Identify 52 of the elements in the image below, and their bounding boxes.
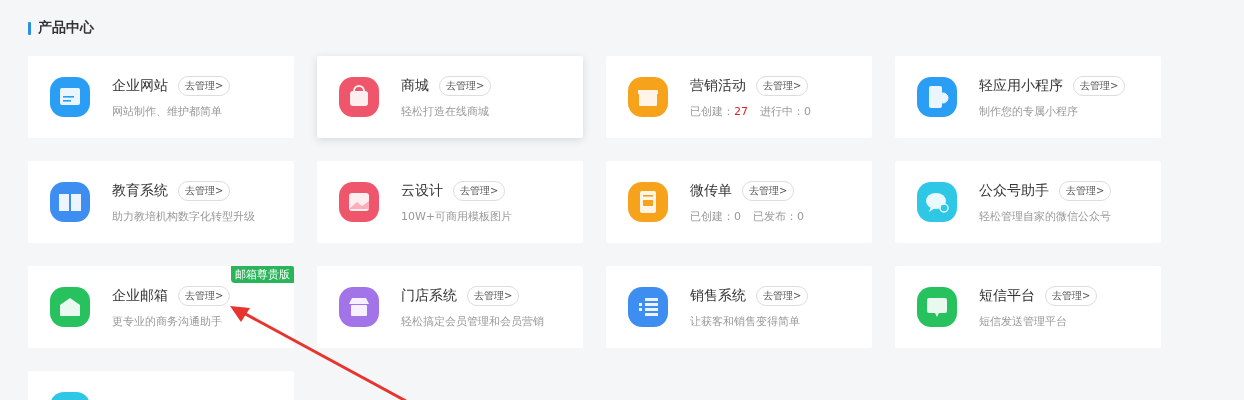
product-description: 网站制作、维护都简单 (112, 103, 223, 119)
product-name: 销售系统 (690, 286, 746, 305)
stat-text: 已发布：0 (753, 208, 804, 224)
product-card[interactable]: 门店系统 去管理> 轻松搞定会员管理和会员营销 (317, 266, 583, 348)
product-card[interactable]: 云设计 去管理> 10W+可商用模板图片 (317, 161, 583, 243)
section-title: 产品中心 (38, 19, 94, 37)
manage-button[interactable]: 去管理> (1059, 180, 1112, 201)
product-name: 商城 (401, 76, 429, 95)
product-description: 轻松搞定会员管理和会员营销 (401, 313, 544, 329)
product-card[interactable]: 营销活动 去管理> 已创建：27 进行中：0 (606, 56, 872, 138)
product-card[interactable]: 公众号助手 去管理> 轻松管理自家的微信公众号 (895, 161, 1161, 243)
manage-button[interactable]: 去管理> (178, 285, 231, 306)
manage-button[interactable]: 去管理> (1045, 285, 1098, 306)
product-card[interactable]: 教育系统 去管理> 助力教培机构数字化转型升级 (28, 161, 294, 243)
stat-text: 进行中：0 (760, 103, 811, 119)
manage-button[interactable]: 去管理> (178, 75, 231, 96)
product-description: 更专业的商务沟通助手 (112, 313, 223, 329)
product-name: 门店系统 (401, 286, 457, 305)
product-description: 制作您的专属小程序 (979, 103, 1079, 119)
manage-button[interactable]: 去管理> (453, 180, 506, 201)
manage-button[interactable]: 去管理> (742, 180, 795, 201)
product-description: 轻松管理自家的微信公众号 (979, 208, 1112, 224)
product-name: 微传单 (690, 181, 732, 200)
product-description: 轻松打造在线商城 (401, 103, 490, 119)
manage-button[interactable]: 去管理> (178, 180, 231, 201)
product-name: 短信平台 (979, 286, 1035, 305)
product-name: 企业邮箱 (112, 286, 168, 305)
manage-button[interactable]: 去管理> (756, 285, 809, 306)
stat-text: 已创建：27 (690, 103, 748, 119)
manage-button[interactable]: 去管理> (756, 75, 809, 96)
product-card[interactable]: 销售系统 去管理> 让获客和销售变得简单 (606, 266, 872, 348)
product-description: 10W+可商用模板图片 (401, 208, 513, 224)
product-name: 轻应用小程序 (979, 76, 1063, 95)
stat-text: 已创建：0 (690, 208, 741, 224)
product-description: 让获客和销售变得简单 (690, 313, 801, 329)
product-name: 营销活动 (690, 76, 746, 95)
product-name: 企业网站 (112, 76, 168, 95)
product-description: 助力教培机构数字化转型升级 (112, 208, 255, 224)
manage-button[interactable]: 去管理> (439, 75, 492, 96)
product-card[interactable]: 轻应用小程序 去管理> 制作您的专属小程序 (895, 56, 1161, 138)
product-card[interactable]: 企业网站 去管理> 网站制作、维护都简单 (28, 56, 294, 138)
manage-button[interactable]: 去管理> (1073, 75, 1126, 96)
product-card[interactable]: 短信平台 去管理> 短信发送管理平台 (895, 266, 1161, 348)
product-name: 教育系统 (112, 181, 168, 200)
product-card[interactable]: 邮箱尊贵版 企业邮箱 去管理> 更专业的商务沟通助手 (28, 266, 294, 348)
product-name: 云设计 (401, 181, 443, 200)
manage-button[interactable]: 去管理> (467, 285, 520, 306)
edition-badge: 邮箱尊贵版 (231, 266, 294, 283)
product-card[interactable]: 商城 去管理> 轻松打造在线商城 (317, 56, 583, 138)
product-card[interactable]: 微传单 去管理> 已创建：0 已发布：0 (606, 161, 872, 243)
product-name: 公众号助手 (979, 181, 1049, 200)
product-description: 短信发送管理平台 (979, 313, 1068, 329)
